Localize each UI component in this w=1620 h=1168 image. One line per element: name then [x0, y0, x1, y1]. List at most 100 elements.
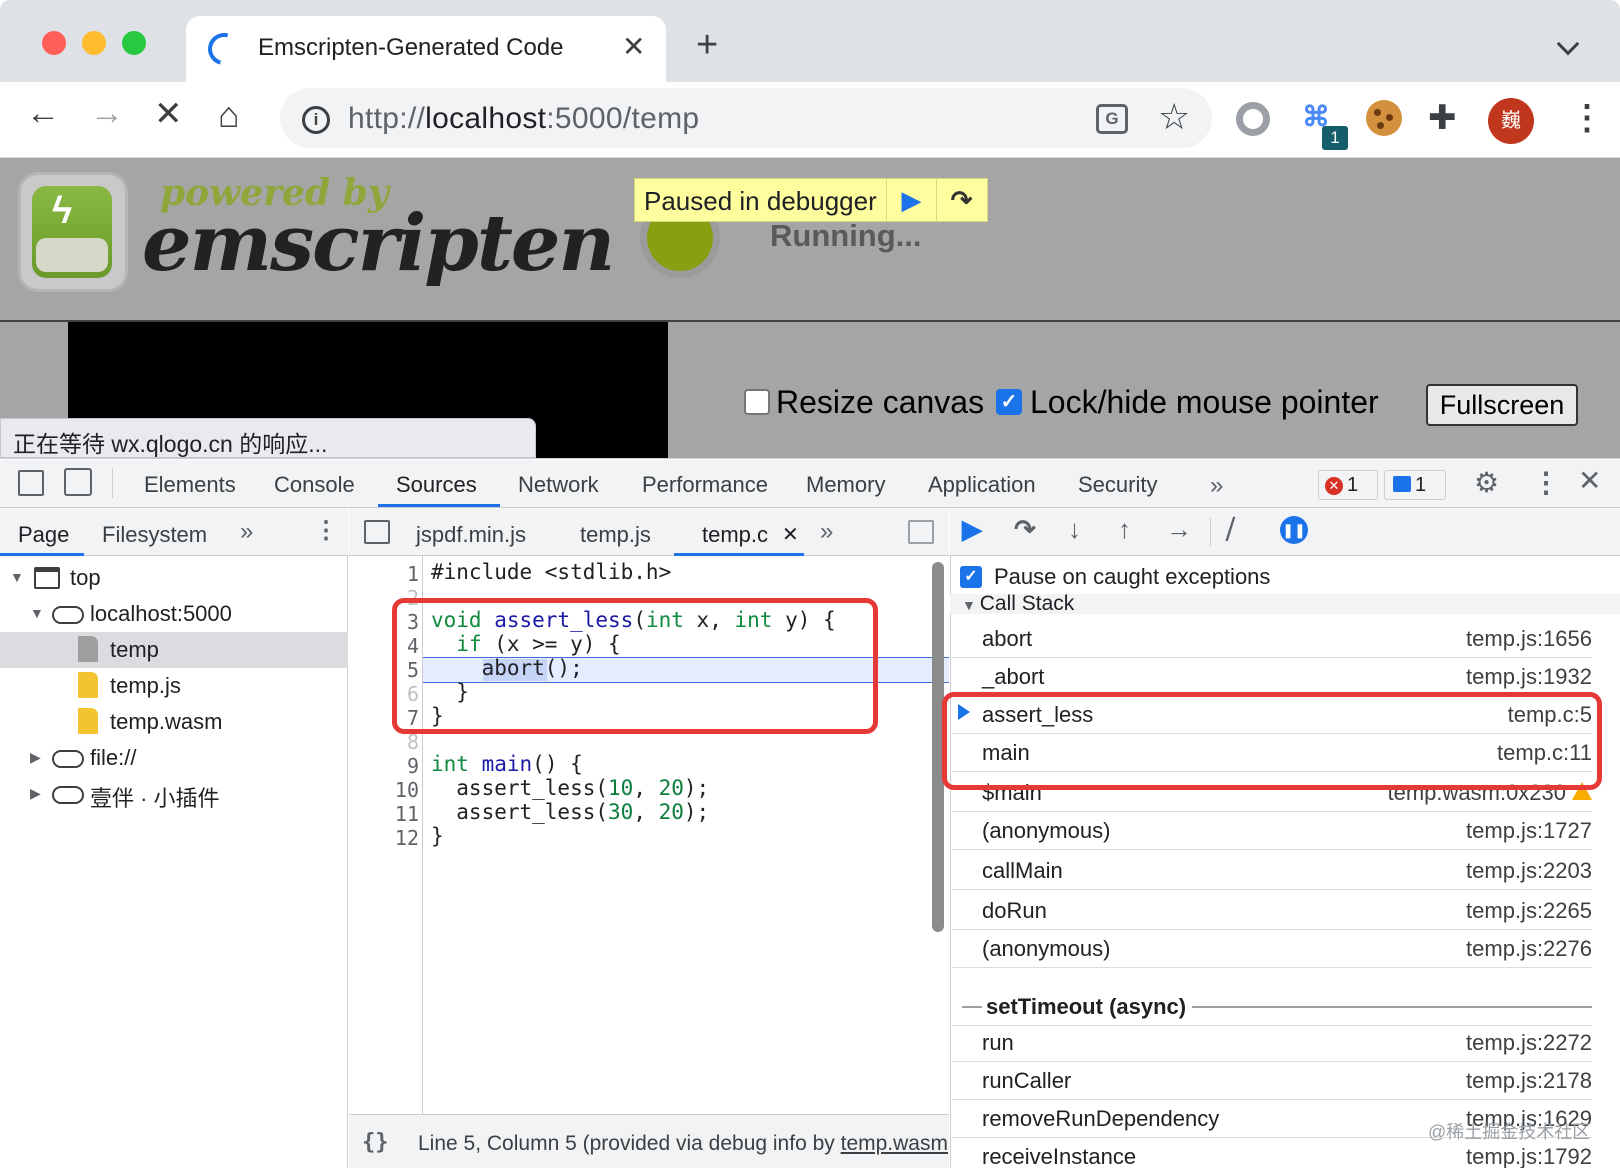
- source-map-link[interactable]: temp.wasm: [841, 1132, 948, 1155]
- tab-close-icon[interactable]: ✕: [622, 30, 645, 63]
- watermark-text: @稀土掘金技术社区: [1428, 1122, 1591, 1142]
- inspect-element-icon[interactable]: [18, 470, 44, 496]
- navigator-menu-icon[interactable]: ⋮: [314, 516, 338, 545]
- pause-on-caught-label: Pause on caught exceptions: [994, 564, 1271, 589]
- async-divider: [1192, 1006, 1592, 1008]
- browser-menu-icon[interactable]: ⋮: [1570, 98, 1604, 138]
- forward-button[interactable]: →: [90, 94, 124, 133]
- frame-function-name: runCaller: [982, 1068, 1072, 1093]
- navigator-more-icon[interactable]: »: [240, 518, 253, 546]
- keyboard-icon: [36, 238, 108, 272]
- toggle-navigator-icon[interactable]: [364, 520, 390, 544]
- device-toolbar-icon[interactable]: [64, 468, 92, 496]
- tab-performance[interactable]: Performance: [642, 472, 768, 498]
- call-stack-title[interactable]: ▼ Call Stack: [962, 592, 1074, 616]
- tree-label: 壹伴 · 小插件: [90, 786, 220, 811]
- frame-function-name: (anonymous): [982, 818, 1111, 843]
- editor-tab-temp-c[interactable]: temp.c: [702, 522, 768, 548]
- tree-item-temp-js[interactable]: temp.js: [0, 668, 348, 704]
- tab-network[interactable]: Network: [518, 472, 599, 498]
- message-count-badge[interactable]: 1: [1384, 470, 1446, 500]
- line-number[interactable]: 11: [349, 802, 419, 826]
- call-frame-row[interactable]: callMain temp.js:2203: [952, 850, 1592, 890]
- line-number[interactable]: 1: [349, 562, 419, 586]
- editor-tab-jspdf[interactable]: jspdf.min.js: [416, 522, 526, 548]
- devtools-close-icon[interactable]: ✕: [1578, 464, 1601, 497]
- settings-gear-icon[interactable]: ⚙: [1474, 466, 1499, 499]
- step-icon[interactable]: →: [1166, 514, 1192, 545]
- deactivate-breakpoints-icon[interactable]: ⧸: [1226, 514, 1235, 546]
- tab-sources[interactable]: Sources: [396, 472, 477, 498]
- toggle-debugger-icon[interactable]: [908, 520, 934, 544]
- navigator-tab-page[interactable]: Page: [18, 522, 69, 548]
- step-into-icon[interactable]: ↓: [1068, 514, 1081, 545]
- translate-icon[interactable]: G: [1096, 104, 1128, 134]
- step-over-icon[interactable]: ↷: [1014, 514, 1036, 545]
- message-icon: [1393, 476, 1411, 492]
- tab-elements[interactable]: Elements: [144, 472, 236, 498]
- navigator-tab-filesystem[interactable]: Filesystem: [102, 522, 207, 548]
- bookmark-star-icon[interactable]: ☆: [1158, 96, 1190, 138]
- tree-item-localhost[interactable]: ▼ localhost:5000: [0, 596, 348, 632]
- maximize-window-button[interactable]: [122, 31, 146, 55]
- tree-label: file://: [90, 745, 137, 770]
- tab-application[interactable]: Application: [928, 472, 1036, 498]
- call-frame-row[interactable]: runCaller temp.js:2178: [952, 1060, 1592, 1100]
- home-button[interactable]: ⌂: [218, 94, 240, 136]
- expand-arrow-icon: ▼: [30, 605, 44, 621]
- call-frame-row[interactable]: doRun temp.js:2265: [952, 890, 1592, 930]
- devtools-menu-icon[interactable]: ⋮: [1532, 466, 1560, 499]
- frame-location: temp.js:1656: [1466, 626, 1592, 651]
- profile-avatar[interactable]: 巍: [1488, 98, 1534, 144]
- tree-item-temp-wasm[interactable]: temp.wasm: [0, 704, 348, 740]
- line-number[interactable]: 12: [349, 826, 419, 850]
- extensions-puzzle-icon[interactable]: ✚: [1428, 98, 1457, 138]
- fullscreen-button[interactable]: Fullscreen: [1426, 384, 1578, 426]
- tab-title: Emscripten-Generated Code: [258, 34, 564, 61]
- editor-tab-temp-js[interactable]: temp.js: [580, 522, 651, 548]
- tab-console[interactable]: Console: [274, 472, 355, 498]
- error-count-badge[interactable]: ✕ 1: [1318, 470, 1378, 500]
- close-window-button[interactable]: [42, 31, 66, 55]
- toolbar-divider: [112, 468, 113, 498]
- pause-on-caught-checkbox[interactable]: ✓: [960, 566, 982, 588]
- tree-item-top[interactable]: ▼ top: [0, 560, 348, 596]
- tree-item-plugin[interactable]: ▶ 壹伴 · 小插件: [0, 776, 348, 812]
- url-text[interactable]: http://localhost:5000/temp: [348, 102, 699, 136]
- pretty-print-button[interactable]: {}: [362, 1130, 389, 1155]
- line-number[interactable]: 9: [349, 754, 419, 778]
- more-tabs-icon[interactable]: »: [1210, 472, 1223, 500]
- call-frame-row[interactable]: (anonymous) temp.js:1727: [952, 810, 1592, 850]
- tree-item-temp[interactable]: temp: [0, 632, 348, 668]
- line-number[interactable]: 10: [349, 778, 419, 802]
- pause-on-exceptions-icon[interactable]: ❚❚: [1280, 516, 1308, 544]
- cookie-extension-icon[interactable]: [1366, 100, 1402, 136]
- call-frame-row[interactable]: abort temp.js:1656: [952, 618, 1592, 658]
- more-editor-tabs-icon[interactable]: »: [820, 518, 833, 546]
- call-frame-row[interactable]: (anonymous) temp.js:2276: [952, 928, 1592, 968]
- call-frame-row[interactable]: run temp.js:2272: [952, 1022, 1592, 1062]
- step-out-icon[interactable]: ↑: [1118, 514, 1131, 545]
- step-over-icon[interactable]: ↷: [936, 179, 986, 221]
- extension-circle-icon[interactable]: [1236, 102, 1270, 136]
- minimize-window-button[interactable]: [82, 31, 106, 55]
- code-line: assert_less(10, 20);: [431, 776, 710, 800]
- resume-icon[interactable]: ▶: [886, 179, 936, 221]
- stack-highlight-box: [942, 692, 1602, 790]
- frame-function-name: receiveInstance: [982, 1144, 1137, 1168]
- new-tab-button[interactable]: +: [696, 24, 718, 67]
- resize-canvas-checkbox[interactable]: [744, 389, 770, 415]
- frame-function-name: removeRunDependency: [982, 1106, 1220, 1131]
- editor-active-indicator: [674, 553, 804, 556]
- tree-item-file[interactable]: ▶ file://: [0, 740, 348, 776]
- call-frame-row[interactable]: _abort temp.js:1932: [952, 656, 1592, 696]
- tab-security[interactable]: Security: [1078, 472, 1157, 498]
- site-info-icon[interactable]: i: [302, 106, 330, 134]
- lock-pointer-checkbox[interactable]: ✓: [996, 389, 1022, 415]
- close-tab-icon[interactable]: ✕: [782, 522, 799, 547]
- tab-memory[interactable]: Memory: [806, 472, 885, 498]
- back-button[interactable]: ←: [26, 94, 60, 133]
- stop-loading-button[interactable]: ✕: [154, 94, 183, 134]
- frame-function-name: abort: [982, 626, 1033, 651]
- resume-execution-icon[interactable]: ▶: [962, 514, 982, 545]
